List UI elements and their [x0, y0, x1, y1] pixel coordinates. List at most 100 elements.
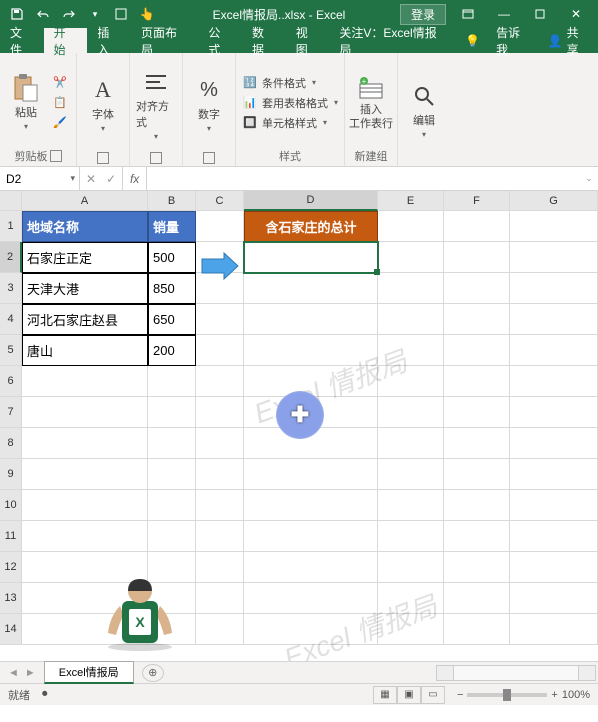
cell-C6[interactable] [196, 366, 244, 397]
tab-file[interactable]: 文件 [0, 28, 44, 53]
cell-B1[interactable]: 销量 [148, 211, 196, 242]
sheet-nav-first[interactable]: ◄ [8, 667, 19, 679]
login-button[interactable]: 登录 [400, 4, 446, 25]
row-header-14[interactable]: 14 [0, 614, 22, 645]
page-break-view-button[interactable]: ▭ [421, 686, 445, 704]
row-header-4[interactable]: 4 [0, 304, 22, 335]
new-sheet-button[interactable]: ⊕ [142, 664, 164, 682]
cell-G11[interactable] [510, 521, 598, 552]
cell-A8[interactable] [22, 428, 148, 459]
col-header-E[interactable]: E [378, 191, 444, 211]
cell-F2[interactable] [444, 242, 510, 273]
col-header-C[interactable]: C [196, 191, 244, 211]
cell-C8[interactable] [196, 428, 244, 459]
zoom-thumb[interactable] [503, 689, 511, 701]
font-dropdown[interactable]: A 字体 ▾ [83, 76, 123, 133]
cell-C13[interactable] [196, 583, 244, 614]
qat-custom-button[interactable] [110, 3, 132, 25]
cell-D1[interactable]: 含石家庄的总计 [244, 211, 378, 242]
cell-C5[interactable] [196, 335, 244, 366]
tab-layout[interactable]: 页面布局 [131, 28, 198, 53]
zoom-slider[interactable] [467, 693, 547, 697]
font-launcher[interactable] [97, 152, 109, 164]
sheet-nav-last[interactable]: ► [25, 667, 36, 679]
cell-E7[interactable] [378, 397, 444, 428]
cell-A1[interactable]: 地域名称 [22, 211, 148, 242]
col-header-B[interactable]: B [148, 191, 196, 211]
cell-G12[interactable] [510, 552, 598, 583]
row-header-8[interactable]: 8 [0, 428, 22, 459]
cell-E2[interactable] [378, 242, 444, 273]
cell-D3[interactable] [244, 273, 378, 304]
tell-me[interactable]: 告诉我 [488, 28, 540, 53]
cell-F3[interactable] [444, 273, 510, 304]
copy-button[interactable]: 📋 [50, 94, 70, 112]
expand-formula-bar[interactable]: ⌄ [580, 167, 598, 190]
cell-E14[interactable] [378, 614, 444, 645]
clipboard-launcher[interactable] [50, 150, 62, 162]
cell-B2[interactable]: 500 [148, 242, 196, 273]
cell-D4[interactable] [244, 304, 378, 335]
cell-B6[interactable] [148, 366, 196, 397]
tab-view[interactable]: 视图 [286, 28, 330, 53]
cell-A5[interactable]: 唐山 [22, 335, 148, 366]
cell-E8[interactable] [378, 428, 444, 459]
cell-F8[interactable] [444, 428, 510, 459]
cell-E3[interactable] [378, 273, 444, 304]
help-button[interactable]: 💡 [457, 28, 488, 53]
row-header-13[interactable]: 13 [0, 583, 22, 614]
zoom-in-button[interactable]: + [551, 689, 557, 701]
cell-C4[interactable] [196, 304, 244, 335]
cell-D6[interactable] [244, 366, 378, 397]
row-header-12[interactable]: 12 [0, 552, 22, 583]
cell-A10[interactable] [22, 490, 148, 521]
align-launcher[interactable] [150, 152, 162, 164]
zoom-out-button[interactable]: − [457, 689, 463, 701]
row-header-7[interactable]: 7 [0, 397, 22, 428]
cell-C11[interactable] [196, 521, 244, 552]
share-button[interactable]: 👤 共享 [540, 28, 598, 53]
paste-button[interactable]: 粘贴 ▾ [6, 74, 46, 131]
qat-dropdown[interactable]: ▾ [84, 3, 106, 25]
redo-button[interactable] [58, 3, 80, 25]
cell-D10[interactable] [244, 490, 378, 521]
enter-formula-button[interactable]: ✓ [106, 172, 116, 186]
tab-follow[interactable]: 关注V：Excel情报局 [329, 28, 457, 53]
normal-view-button[interactable]: ▦ [373, 686, 397, 704]
row-header-5[interactable]: 5 [0, 335, 22, 366]
cell-E13[interactable] [378, 583, 444, 614]
undo-button[interactable] [32, 3, 54, 25]
cell-A6[interactable] [22, 366, 148, 397]
tab-home[interactable]: 开始 [44, 28, 88, 53]
cell-F10[interactable] [444, 490, 510, 521]
alignment-dropdown[interactable]: 对齐方式 ▾ [136, 68, 176, 141]
cell-F6[interactable] [444, 366, 510, 397]
number-launcher[interactable] [203, 152, 215, 164]
cell-B4[interactable]: 650 [148, 304, 196, 335]
tab-insert[interactable]: 插入 [87, 28, 131, 53]
row-header-11[interactable]: 11 [0, 521, 22, 552]
cell-C12[interactable] [196, 552, 244, 583]
cell-B8[interactable] [148, 428, 196, 459]
cell-C10[interactable] [196, 490, 244, 521]
macro-record-button[interactable]: ⏺ [42, 688, 48, 701]
cell-G1[interactable] [510, 211, 598, 242]
cell-G4[interactable] [510, 304, 598, 335]
cell-A11[interactable] [22, 521, 148, 552]
cell-D12[interactable] [244, 552, 378, 583]
cell-B3[interactable]: 850 [148, 273, 196, 304]
cell-F1[interactable] [444, 211, 510, 242]
tab-data[interactable]: 数据 [242, 28, 286, 53]
table-format-button[interactable]: 📊套用表格格式▾ [242, 95, 338, 111]
fill-handle[interactable] [374, 269, 380, 275]
touch-mode-button[interactable]: 👆 [136, 3, 158, 25]
number-dropdown[interactable]: % 数字 ▾ [189, 76, 229, 133]
row-header-3[interactable]: 3 [0, 273, 22, 304]
cell-A7[interactable] [22, 397, 148, 428]
formula-input[interactable] [147, 167, 580, 190]
cell-E11[interactable] [378, 521, 444, 552]
cell-C7[interactable] [196, 397, 244, 428]
cell-B5[interactable]: 200 [148, 335, 196, 366]
save-button[interactable] [6, 3, 28, 25]
cell-B11[interactable] [148, 521, 196, 552]
